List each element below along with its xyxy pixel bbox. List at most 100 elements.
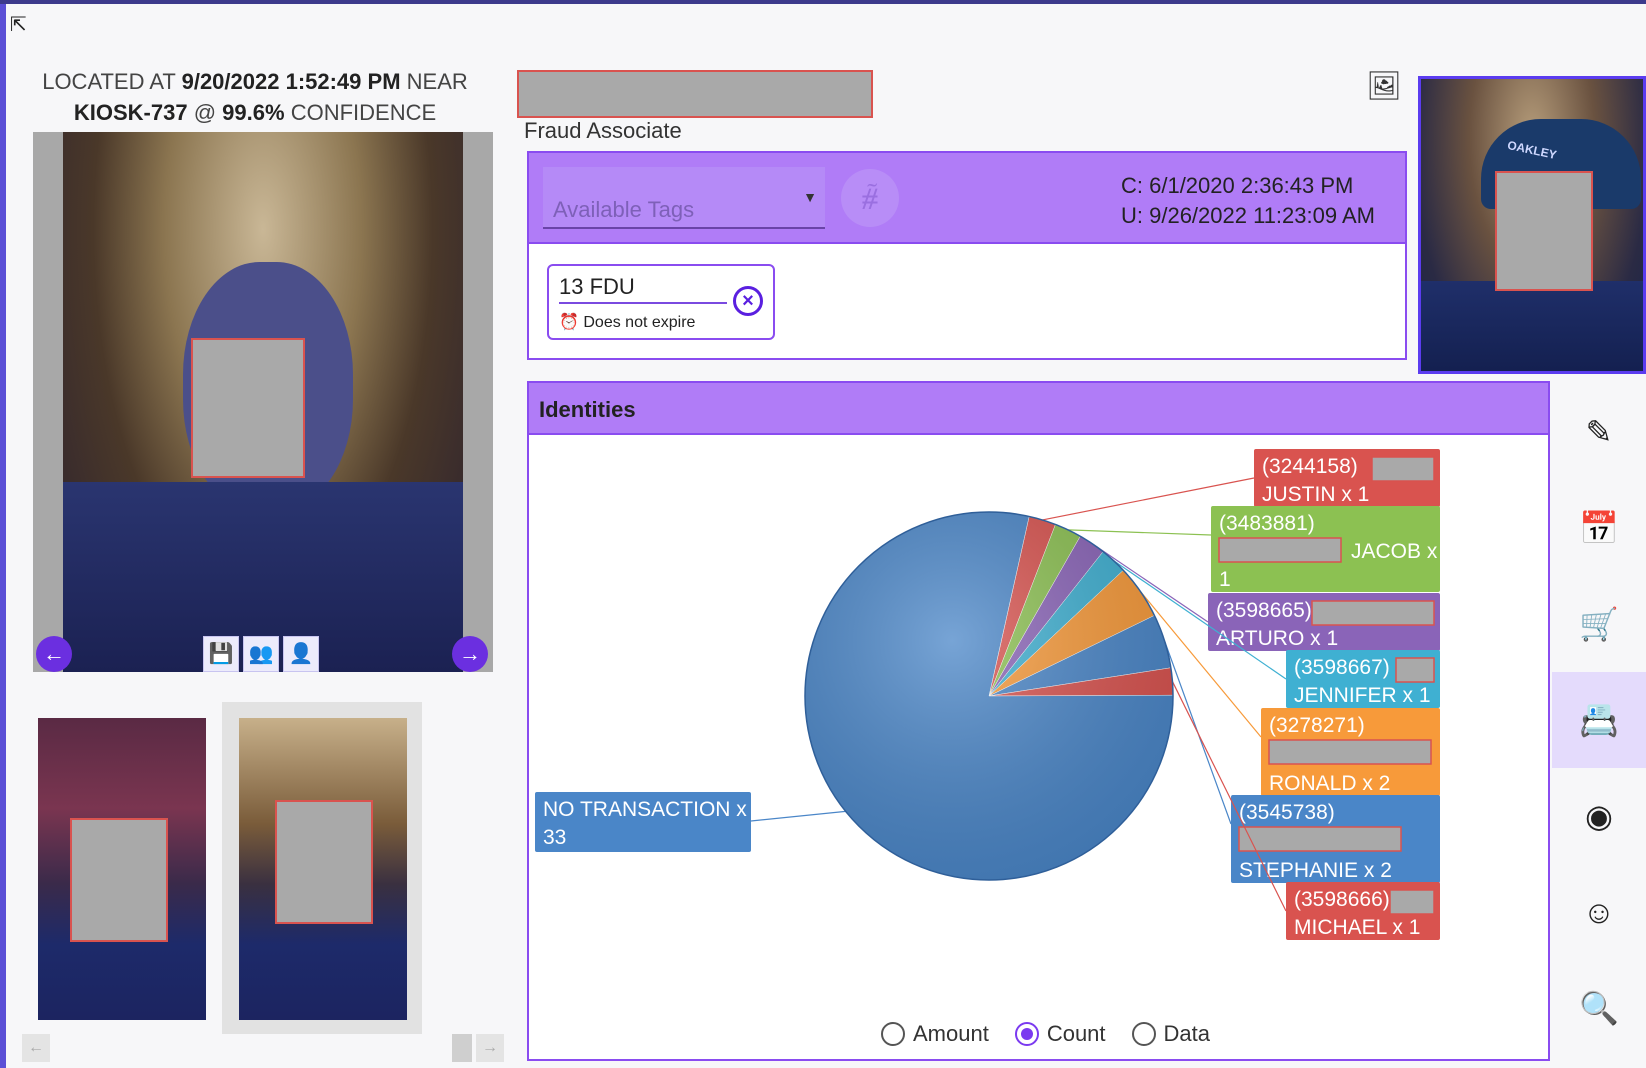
chart-mode-radio-group: Amount Count Data <box>881 1021 1210 1047</box>
pie-label[interactable]: (3244158) JUSTIN x 1 <box>1254 449 1440 507</box>
caption-prefix: LOCATED AT <box>42 69 176 94</box>
left-accent-bar <box>0 4 6 1068</box>
caption-confidence-word: CONFIDENCE <box>290 100 437 125</box>
pie-leader-line <box>750 810 846 822</box>
face-redaction <box>70 818 168 942</box>
pie-label-top: NO TRANSACTION x <box>543 798 747 821</box>
calendar-icon[interactable]: 📅 <box>1552 480 1646 576</box>
side-rail: ✎ 📅 🛒 📇 ◉ ☺ 🔍 <box>1552 384 1646 1068</box>
image-compare-icon[interactable]: 🖼 <box>1366 68 1402 104</box>
created-date: C: 6/1/2020 2:36:43 PM <box>1121 173 1354 198</box>
top-border <box>0 0 1646 4</box>
pie-label[interactable]: (3598667) JENNIFER x 1 <box>1286 650 1440 708</box>
radio-indicator[interactable] <box>1131 1022 1156 1046</box>
face-redaction <box>1495 171 1593 291</box>
name-redaction <box>1218 537 1342 563</box>
name-redaction <box>1395 657 1435 683</box>
thumbnail-2[interactable] <box>239 718 407 1020</box>
pie-label-bottom: ARTURO x 1 <box>1216 627 1338 650</box>
pie-label[interactable]: (3545738)STEPHANIE x 2 <box>1231 795 1440 883</box>
pie-label[interactable]: (3483881) JACOB x 1 <box>1211 506 1440 592</box>
radio-label: Data <box>1163 1021 1211 1046</box>
prev-photo-button[interactable]: ← <box>36 636 72 672</box>
pie-leader-line <box>1068 529 1212 536</box>
chart-mode-amount-radio[interactable]: Amount <box>881 1021 989 1047</box>
caption-near: NEAR <box>406 69 468 94</box>
caption-datetime: 9/20/2022 1:52:49 PM <box>181 69 401 94</box>
face-scan-icon[interactable]: ☺ <box>1552 864 1646 960</box>
identities-pie-chart: (3244158)JUSTIN x 1(3483881)JACOB x1(359… <box>535 449 1440 940</box>
pie-shading <box>804 511 1174 881</box>
tag-expiry-text: Does not expire <box>583 314 696 331</box>
identities-panel: Identities (3244158) JUSTIN x 1 (3483881) J… <box>527 381 1550 1061</box>
save-icon[interactable]: 💾 <box>203 636 239 672</box>
face-redaction <box>191 338 305 478</box>
pie-label-bottom: RONALD x 2 <box>1269 772 1390 795</box>
radio-indicator[interactable] <box>1014 1022 1039 1046</box>
tags-panel: Available Tags ▼ ⧤ C: 6/1/2020 2:36:43 P… <box>527 151 1407 244</box>
id-badge-icon[interactable]: 👤 <box>283 636 319 672</box>
pie-label-top: (3483881) <box>1219 512 1315 535</box>
location-caption: LOCATED AT 9/20/2022 1:52:49 PM NEAR KIO… <box>30 66 480 128</box>
person-search-icon[interactable]: 👥 <box>243 636 279 672</box>
tags-list: 13 FDU ⏰ Does not expire × <box>527 244 1407 360</box>
caption-confidence: 99.6% <box>222 100 285 125</box>
tag-chip-expiry: ⏰ Does not expire <box>559 312 695 332</box>
contact-card-icon[interactable]: 📇 <box>1552 672 1646 768</box>
name-redaction <box>1238 826 1402 852</box>
pie-label[interactable]: (3598666) MICHAEL x 1 <box>1286 882 1440 940</box>
alarm-clock-icon: ⏰ <box>559 314 579 331</box>
next-photo-button[interactable]: → <box>452 636 488 672</box>
caption-at: @ <box>193 100 217 125</box>
profile-subtitle: Fraud Associate <box>524 118 682 143</box>
webcam-photo: OAKLEY <box>1418 76 1646 374</box>
location-pin-icon[interactable]: ◉ <box>1552 768 1646 864</box>
pie-label-bottom: MICHAEL x 1 <box>1294 916 1420 939</box>
chart-mode-data-radio[interactable]: Data <box>1131 1021 1211 1047</box>
pie-label-tail: 1 <box>1219 568 1231 591</box>
pie-label-top: (3598666) <box>1294 888 1390 911</box>
close-circle-icon[interactable]: × <box>733 286 763 316</box>
pie-label-top: (3598665) <box>1216 599 1312 622</box>
available-tags-placeholder: Available Tags <box>553 197 695 222</box>
name-redaction <box>1371 456 1435 482</box>
collapse-arrow-icon[interactable]: ⇱ <box>10 12 27 37</box>
thumbnail-1[interactable] <box>38 718 206 1020</box>
scroll-right-icon[interactable]: → <box>476 1034 504 1062</box>
scroll-left-icon[interactable]: ← <box>22 1034 50 1062</box>
pie-label[interactable]: NO TRANSACTION x 33 <box>535 792 751 852</box>
pie-label-top: (3545738) <box>1239 801 1335 824</box>
app-window: ⇱ LOCATED AT 9/20/2022 1:52:49 PM NEAR K… <box>0 0 1646 1068</box>
radio-label: Count <box>1046 1021 1106 1046</box>
name-redaction <box>1268 739 1432 765</box>
radio-label: Amount <box>913 1021 989 1046</box>
scroll-thumb[interactable] <box>452 1034 472 1062</box>
pie-label[interactable]: (3278271) RONALD x 2 <box>1261 708 1440 796</box>
cart-icon[interactable]: 🛒 <box>1552 576 1646 672</box>
tag-chip: 13 FDU ⏰ Does not expire × <box>547 264 775 340</box>
pie-label-top: (3598667) <box>1294 656 1390 679</box>
pie-label-bottom: JUSTIN x 1 <box>1262 483 1369 506</box>
photo-shirt <box>1421 281 1643 371</box>
name-redaction <box>1311 600 1435 626</box>
available-tags-select[interactable]: Available Tags ▼ <box>543 167 825 229</box>
name-redaction <box>517 70 873 118</box>
person-edit-icon[interactable]: ✎ <box>1552 384 1646 480</box>
photo-toolbar: 💾 👥 👤 <box>203 636 325 672</box>
radio-indicator[interactable] <box>881 1022 905 1046</box>
record-dates: C: 6/1/2020 2:36:43 PM U: 9/26/2022 11:2… <box>1121 171 1375 231</box>
chevron-down-icon: ▼ <box>803 189 817 205</box>
tag-chip-label: 13 FDU <box>559 274 727 304</box>
caption-location: KIOSK-737 <box>73 100 188 125</box>
face-redaction <box>275 800 373 924</box>
pie-label-bottom: JACOB x <box>1351 540 1438 563</box>
document-search-icon[interactable]: 🔍 <box>1552 960 1646 1056</box>
main-photo <box>33 132 493 672</box>
pie-label-top: (3244158) <box>1262 455 1358 478</box>
chart-mode-count-radio[interactable]: Count <box>1014 1021 1106 1047</box>
tag-add-icon[interactable]: ⧤ <box>841 169 899 227</box>
pie-label[interactable]: (3598665) ARTURO x 1 <box>1208 593 1440 651</box>
pie-label-top: (3278271) <box>1269 714 1365 737</box>
pie-label-bottom: 33 <box>543 826 566 849</box>
updated-date: U: 9/26/2022 11:23:09 AM <box>1121 203 1375 228</box>
